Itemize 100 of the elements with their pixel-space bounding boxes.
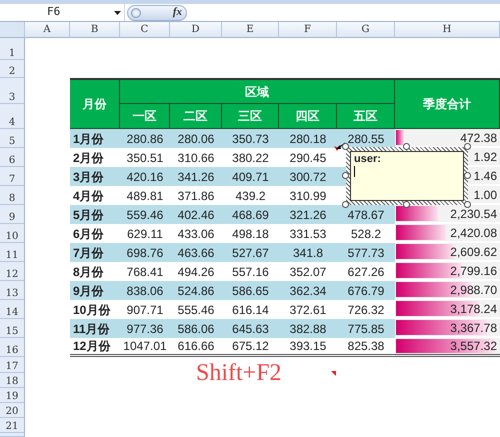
column-header[interactable]: G xyxy=(337,22,395,38)
table-header-cell: 四区 xyxy=(279,104,337,129)
comment-box[interactable]: user: xyxy=(346,147,468,205)
insert-function-button[interactable]: fx xyxy=(172,4,182,21)
row-header[interactable]: 5 xyxy=(0,129,25,148)
table-cell: 9月份 xyxy=(70,281,120,300)
table-cell: 382.88 xyxy=(279,319,337,338)
row-header[interactable]: 8 xyxy=(0,186,25,205)
table-cell-text: 10月份 xyxy=(72,302,112,318)
table-cell-text: 350.51 xyxy=(126,150,164,166)
row-header[interactable]: 3 xyxy=(0,78,25,104)
table-cell-text: 433.06 xyxy=(176,226,216,242)
cell-value: 2,799.16 xyxy=(450,262,497,280)
table-cell-text: 555.46 xyxy=(176,302,216,318)
row-header[interactable]: 21 xyxy=(0,418,25,433)
cell-value: 472.38 xyxy=(460,130,497,146)
text-cursor-icon xyxy=(354,166,355,178)
table-cell: 676.79 xyxy=(337,281,395,300)
table-header-cell: 一区 xyxy=(120,104,170,129)
cell-value: 2,420.08 xyxy=(450,224,497,242)
row-header[interactable]: 13 xyxy=(0,281,25,300)
table-header-cell: 季度合计 xyxy=(395,78,500,129)
table-header-cell: 区域 xyxy=(120,78,395,104)
table-cell-text: 629.11 xyxy=(126,226,164,242)
row-header[interactable]: 15 xyxy=(0,319,25,338)
row-header[interactable]: 19 xyxy=(0,388,25,403)
table-cell-text: 528.2 xyxy=(350,226,382,242)
table-cell: 524.86 xyxy=(170,281,222,300)
row-header[interactable]: 20 xyxy=(0,403,25,418)
table-cell: 586.65 xyxy=(222,281,279,300)
column-header[interactable]: B xyxy=(70,22,120,38)
table-cell-text: 310.66 xyxy=(176,150,216,166)
table-cell: 362.34 xyxy=(279,281,337,300)
table-cell-text: 371.86 xyxy=(176,188,216,204)
cell-value: 3,367.78 xyxy=(450,320,497,336)
column-header[interactable]: F xyxy=(279,22,337,38)
row-header[interactable]: 11 xyxy=(0,243,25,262)
table-cell: 341.8 xyxy=(279,243,337,262)
table-cell: 1月份 xyxy=(70,129,120,148)
caret-icon[interactable] xyxy=(114,10,121,14)
table-cell-text: 372.61 xyxy=(288,302,328,318)
row-header[interactable]: 14 xyxy=(0,300,25,319)
column-header[interactable]: E xyxy=(222,22,279,38)
table-cell-text: 439.2 xyxy=(234,188,267,204)
table-cell: 402.46 xyxy=(170,205,222,224)
comment-author: user: xyxy=(354,153,381,165)
comment-indicator-icon xyxy=(331,371,336,376)
cell-value: 3,557.32 xyxy=(450,338,497,355)
table-cell: 527.67 xyxy=(222,243,279,262)
table-header-cell: 五区 xyxy=(337,104,395,129)
cell-value: 2,988.70 xyxy=(450,282,497,298)
table-cell-text: 4月份 xyxy=(72,188,105,204)
table-cell: 280.06 xyxy=(170,129,222,148)
cell-value: 3,178.24 xyxy=(450,300,497,318)
row-header[interactable]: 9 xyxy=(0,205,25,224)
table-cell: 5月份 xyxy=(70,205,120,224)
annotation-text: Shift+F2 xyxy=(196,359,282,388)
table-cell-text: 8月份 xyxy=(72,264,105,280)
table-cell: 321.26 xyxy=(279,205,337,224)
table-cell: 586.06 xyxy=(170,319,222,338)
table-header-cell: 二区 xyxy=(170,104,222,129)
cell-value: 1.46 xyxy=(474,168,497,184)
table-cell: 463.66 xyxy=(170,243,222,262)
row-header[interactable]: 12 xyxy=(0,262,25,281)
column-header[interactable]: C xyxy=(120,22,170,38)
table-cell: 280.55 xyxy=(337,129,395,148)
row-header[interactable]: 7 xyxy=(0,167,25,186)
column-header[interactable]: A xyxy=(25,22,70,38)
table-cell: 350.73 xyxy=(222,129,279,148)
table-cell-text: 489.81 xyxy=(126,188,164,204)
resize-handle[interactable] xyxy=(342,201,349,208)
table-cell-text: 498.18 xyxy=(231,226,270,242)
row-header[interactable]: 18 xyxy=(0,373,25,388)
table-cell-text: 726.32 xyxy=(346,302,386,318)
row-header[interactable]: 10 xyxy=(0,224,25,243)
table-cell: 577.73 xyxy=(337,243,395,262)
row-header[interactable]: 16 xyxy=(0,338,25,357)
table-cell: 420.16 xyxy=(120,167,170,186)
table-cell: 3月份 xyxy=(70,167,120,186)
column-header[interactable]: H xyxy=(395,22,500,38)
table-cell-text: 494.26 xyxy=(176,264,216,280)
table-cell-text: 331.53 xyxy=(288,226,328,242)
table-cell: 675.12 xyxy=(222,338,279,357)
resize-handle[interactable] xyxy=(342,143,349,150)
table-cell-text: 907.71 xyxy=(126,302,164,318)
table-cell: 775.85 xyxy=(337,319,395,338)
column-header[interactable]: D xyxy=(170,22,222,38)
table-cell: 11月份 xyxy=(70,319,120,338)
table-cell: 341.26 xyxy=(170,167,222,186)
row-header[interactable]: 4 xyxy=(0,104,25,129)
table-cell-text: 768.41 xyxy=(126,264,164,280)
table-cell-text: 290.45 xyxy=(288,150,328,166)
table-cell: 977.36 xyxy=(120,319,170,338)
row-header[interactable]: 17 xyxy=(0,357,25,373)
table-cell-text: 557.16 xyxy=(231,264,270,280)
table-cell-text: 6月份 xyxy=(72,226,105,242)
row-header[interactable]: 2 xyxy=(0,60,25,78)
row-header[interactable]: 6 xyxy=(0,148,25,167)
row-header[interactable]: 1 xyxy=(0,38,25,60)
cell-value: 1.00 xyxy=(474,186,497,204)
